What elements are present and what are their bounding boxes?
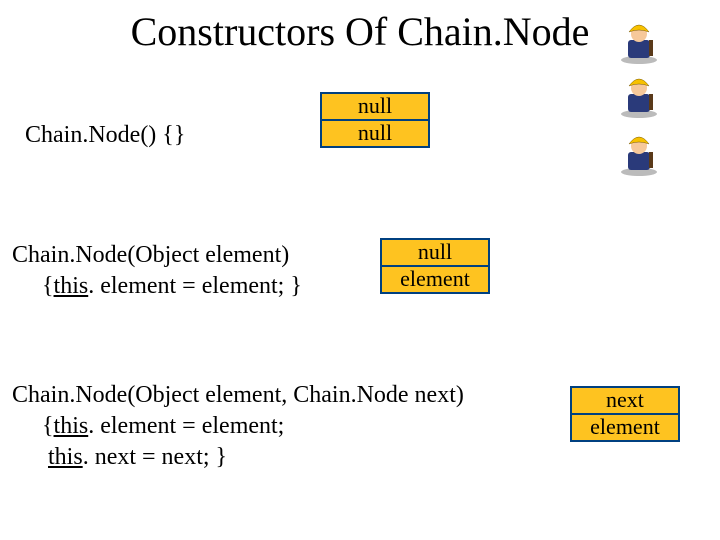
constructor2-code: Chain.Node(Object element) {this. elemen… <box>12 240 302 302</box>
worker-icon <box>618 72 660 118</box>
node-box-element: null <box>320 120 430 148</box>
worker-icon <box>618 18 660 64</box>
node-box-element: element <box>380 266 490 294</box>
node-box-element: element <box>570 414 680 442</box>
page-title: Constructors Of Chain.Node <box>0 8 720 55</box>
constructor3-code: Chain.Node(Object element, Chain.Node ne… <box>12 380 464 474</box>
worker-icon <box>618 130 660 176</box>
node-box-next: null <box>380 238 490 266</box>
constructor1-code: Chain.Node() {} <box>25 120 185 151</box>
node-box-next: null <box>320 92 430 120</box>
node-box-next: next <box>570 386 680 414</box>
